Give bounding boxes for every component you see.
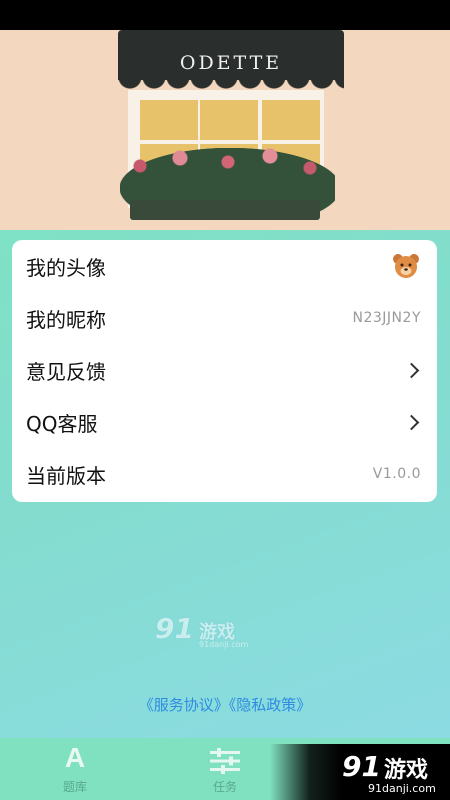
chevron-right-icon [403, 414, 420, 430]
settings-row-qq-service[interactable]: QQ客服 [12, 396, 437, 448]
settings-row-avatar[interactable]: 我的头像 [12, 240, 437, 292]
header-illustration: ODETTE [0, 30, 450, 230]
settings-row-label: 意见反馈 [26, 359, 106, 384]
version-value: V1.0.0 [372, 466, 421, 482]
corner-watermark: 91 游戏 91danji.com [270, 744, 450, 800]
settings-row-feedback[interactable]: 意见反馈 [12, 344, 437, 396]
settings-row-label: QQ客服 [26, 411, 98, 436]
tab-tasks[interactable]: 任务 [180, 738, 270, 800]
settings-row-label: 我的头像 [26, 255, 106, 280]
watermark-logo: 91 游戏 91danji.com [155, 612, 253, 656]
letter-a-icon: A [30, 738, 120, 774]
policy-links[interactable]: 《服务协议》《隐私政策》 [0, 694, 450, 715]
tab-label: 题库 [62, 780, 87, 794]
watermark-url: 91danji.com [199, 640, 249, 649]
settings-row-label: 当前版本 [26, 463, 106, 488]
corner-watermark-text: 游戏 [384, 758, 429, 783]
settings-row-nickname[interactable]: 我的昵称 N23JJN2Y [12, 292, 437, 344]
status-bar [0, 0, 450, 30]
awning-sign-text: ODETTE [179, 52, 283, 74]
corner-watermark-url: 91danji.com [368, 782, 436, 795]
flower-box [130, 200, 320, 220]
watermark-number: 91 [155, 612, 194, 645]
chevron-right-icon [403, 362, 420, 378]
nickname-value: N23JJN2Y [352, 310, 421, 326]
settings-row-label: 我的昵称 [26, 307, 106, 332]
corner-watermark-number: 91 [342, 750, 381, 783]
bear-avatar-icon[interactable] [391, 251, 421, 281]
tab-icon-text: A [64, 742, 86, 773]
sliders-icon [180, 738, 270, 774]
settings-card: 我的头像 我的昵称 N23JJN2Y 意见反馈 QQ客服 当前版本 V1.0.0 [12, 240, 437, 502]
settings-row-version[interactable]: 当前版本 V1.0.0 [12, 448, 437, 500]
tab-question-bank[interactable]: A 题库 [30, 738, 120, 800]
tab-label: 任务 [212, 780, 237, 794]
